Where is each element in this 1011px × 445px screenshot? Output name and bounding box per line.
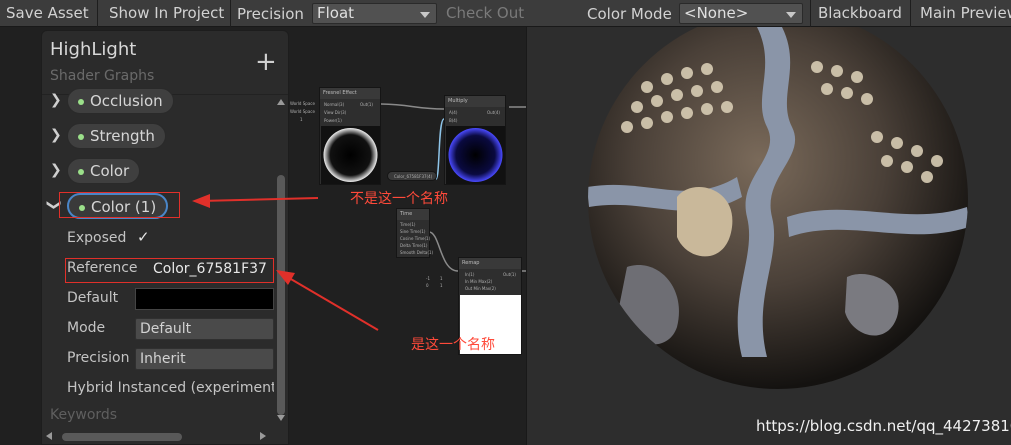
- color-property-node[interactable]: Color_67581F37(4): [387, 171, 437, 181]
- chevron-right-icon[interactable]: ❯: [50, 92, 62, 108]
- property-row-color[interactable]: ❯ Color: [42, 157, 274, 185]
- remap-output-max[interactable]: 1: [440, 283, 443, 288]
- fresnel-preview: [321, 126, 380, 184]
- node-output: Out(1): [503, 272, 516, 277]
- property-dot-icon: [78, 169, 84, 175]
- toolbar-separator: [910, 0, 911, 27]
- precision-dropdown[interactable]: Float: [312, 3, 437, 24]
- remap-input-min[interactable]: -1: [426, 276, 430, 281]
- precision-label: Precision: [237, 5, 304, 23]
- property-pill[interactable]: Color: [67, 158, 141, 184]
- node-port: Time(1): [400, 222, 416, 227]
- node-port: Cosine Time(1): [400, 236, 431, 241]
- blackboard-subtitle: Shader Graphs: [50, 68, 155, 84]
- node-port: Power(1): [324, 118, 342, 123]
- remap-input-max[interactable]: 1: [440, 276, 443, 281]
- property-label: Occlusion: [90, 92, 163, 110]
- node-port: View Dir(3): [324, 110, 347, 115]
- annotation-not-this-name: 不是这一个名称: [350, 191, 448, 207]
- watermark-text: https://blog.csdn.net/qq_44273810: [756, 417, 1011, 435]
- node-port: Smooth Delta(1): [400, 250, 434, 255]
- preview-sphere: [588, 9, 968, 389]
- precision-dropdown-value: Float: [317, 4, 355, 22]
- chevron-right-icon[interactable]: ❯: [50, 162, 62, 178]
- exposed-checkbox[interactable]: ✓: [137, 228, 150, 246]
- toolbar-separator: [810, 0, 811, 27]
- vertical-scrollbar[interactable]: [274, 95, 288, 425]
- property-label: Strength: [90, 127, 155, 145]
- node-title: Multiply: [445, 96, 505, 107]
- toolbar: Save Asset Show In Project Precision Flo…: [0, 0, 1011, 27]
- mode-dropdown[interactable]: Default: [135, 318, 274, 340]
- main-preview-button[interactable]: Main Preview: [914, 2, 1011, 25]
- color-mode-label: Color Mode: [587, 5, 672, 23]
- hybrid-instanced-label: Hybrid Instanced (experimental): [67, 380, 274, 396]
- node-title: Remap: [459, 258, 521, 269]
- blackboard-button[interactable]: Blackboard: [812, 2, 908, 25]
- toolbar-separator: [97, 0, 98, 27]
- property-dot-icon: [78, 134, 84, 140]
- show-in-project-button[interactable]: Show In Project: [103, 2, 230, 25]
- color-mode-dropdown-value: <None>: [684, 4, 749, 22]
- color-mode-dropdown[interactable]: <None>: [679, 3, 803, 24]
- check-out-button[interactable]: Check Out: [440, 2, 530, 25]
- scroll-up-icon[interactable]: [277, 99, 285, 105]
- scroll-thumb[interactable]: [277, 175, 285, 415]
- fresnel-node[interactable]: Fresnel Effect Normal(3) View Dir(3) Pow…: [319, 87, 381, 185]
- scroll-down-icon[interactable]: [277, 415, 285, 421]
- mode-label: Mode: [67, 320, 106, 336]
- annotation-box-wrong: [59, 192, 180, 218]
- property-row-strength[interactable]: ❯ Strength: [42, 122, 274, 150]
- chevron-right-icon[interactable]: ❯: [50, 127, 62, 143]
- precision-field-dropdown[interactable]: Inherit: [135, 348, 274, 370]
- node-port: In Min Max(2): [465, 279, 493, 284]
- horizontal-scrollbar[interactable]: [42, 429, 274, 443]
- chevron-down-icon: [420, 12, 430, 18]
- scroll-thumb[interactable]: [62, 433, 182, 441]
- node-output: Out(4): [487, 110, 500, 115]
- remap-output-min[interactable]: 0: [426, 283, 429, 288]
- node-port: Sine Time(1): [400, 229, 426, 234]
- node-title: Time: [397, 209, 429, 220]
- annotation-box-right: [65, 258, 274, 283]
- scroll-right-icon[interactable]: [260, 432, 266, 440]
- default-color-field[interactable]: [135, 288, 274, 310]
- fresnel-input-power[interactable]: 1: [300, 117, 303, 122]
- multiply-node[interactable]: Multiply A(4) B(4) Out(4): [444, 95, 506, 185]
- fresnel-preview-sphere: [323, 128, 378, 182]
- node-port: Normal(3): [324, 102, 345, 107]
- node-port: A(4): [449, 110, 458, 115]
- scroll-left-icon[interactable]: [46, 432, 52, 440]
- precision-field-label: Precision: [67, 350, 130, 366]
- toolbar-separator: [230, 0, 231, 27]
- property-label: Color: [90, 162, 130, 180]
- node-port: Delta Time(1): [400, 243, 428, 248]
- save-asset-button[interactable]: Save Asset: [0, 2, 97, 25]
- main-preview-panel[interactable]: [526, 9, 1011, 445]
- node-port: Out Min Max(2): [465, 286, 496, 291]
- exposed-label: Exposed: [67, 230, 127, 246]
- blackboard-panel: HighLight Shader Graphs + ❯ Occlusion ❯ …: [41, 30, 289, 445]
- property-pill[interactable]: Strength: [67, 123, 166, 149]
- multiply-preview-sphere: [448, 128, 503, 182]
- fresnel-input-view[interactable]: World Space: [290, 109, 315, 114]
- blackboard-title: HighLight: [50, 39, 137, 60]
- time-node[interactable]: Time Time(1) Sine Time(1) Cosine Time(1)…: [396, 208, 434, 258]
- node-label: Color_67581F37(4): [394, 174, 433, 179]
- property-dot-icon: [78, 99, 84, 105]
- annotation-is-this-name: 是这一个名称: [411, 337, 495, 353]
- multiply-preview: [446, 126, 505, 184]
- node-port: In(1): [465, 272, 475, 277]
- property-row-occlusion[interactable]: ❯ Occlusion: [42, 87, 274, 115]
- node-output: Out(1): [360, 102, 373, 107]
- keywords-label: Keywords: [50, 407, 118, 423]
- shader-graph-window: Save Asset Show In Project Precision Flo…: [0, 0, 1011, 445]
- fresnel-input-normal[interactable]: World Space: [290, 101, 315, 106]
- plus-icon[interactable]: +: [255, 49, 277, 75]
- chevron-down-icon: [786, 12, 796, 18]
- default-label: Default: [67, 290, 119, 306]
- node-title: Fresnel Effect: [320, 88, 380, 99]
- property-pill[interactable]: Occlusion: [67, 88, 174, 114]
- node-port: B(4): [449, 118, 458, 123]
